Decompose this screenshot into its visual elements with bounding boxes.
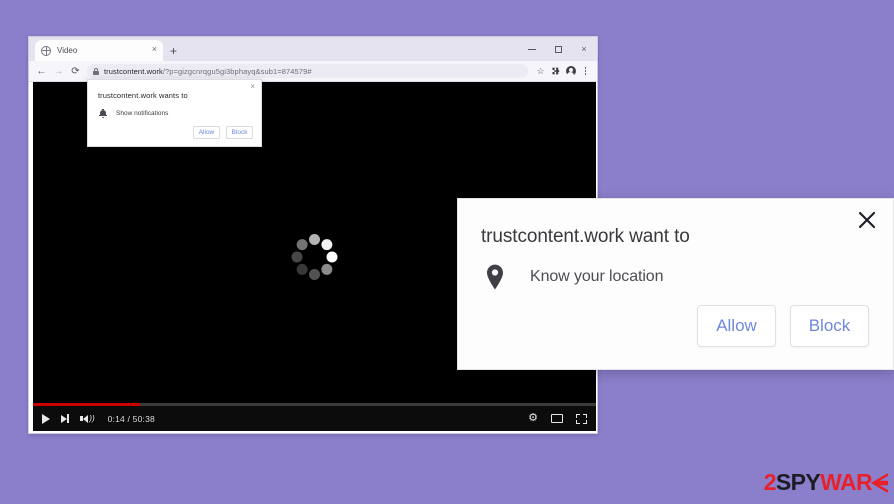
profile-avatar-icon[interactable] [563,63,578,80]
big-popup-permission-row: Know your location [458,248,893,290]
globe-icon [41,45,52,56]
toolbar-icons: ☆ [533,63,593,80]
new-tab-button[interactable]: + [170,45,177,57]
url-host: trustcontent.work [104,66,163,76]
url-text: trustcontent.work/?p=gizgcnrqgu5gi3bphay… [104,67,312,76]
small-popup-allow-button[interactable]: Allow [193,126,220,139]
small-popup-buttons: Allow Block [193,126,253,139]
brand-logo: 2 SPY WAR [764,469,888,496]
minimize-button[interactable] [519,37,545,61]
big-popup-allow-button[interactable]: Allow [697,305,776,347]
fullscreen-icon[interactable] [576,413,587,424]
video-time: 0:14 / 50:38 [107,413,155,424]
video-right-controls: ⚙ [515,413,587,424]
lock-icon [93,67,99,75]
small-popup-permission-label: Show notifications [116,110,169,117]
bookmark-star-icon[interactable]: ☆ [533,63,548,80]
tab-close-icon[interactable]: × [152,45,157,54]
logo-part-spy: SPY [775,469,821,495]
big-popup-block-button[interactable]: Block [790,305,869,347]
browser-tab-video[interactable]: Video × [35,40,163,61]
location-pin-icon [485,264,505,290]
url-path: /?p=gizgcnrqgu5gi3bphayq&sub1=874579# [162,66,312,76]
big-popup-title: trustcontent.work want to [481,226,690,247]
reload-button[interactable]: ⟳ [67,63,84,80]
theater-mode-icon[interactable] [551,414,563,423]
settings-gear-icon[interactable]: ⚙ [528,413,538,424]
small-popup-permission-row: Show notifications [88,100,261,119]
volume-icon[interactable]: )) [79,414,95,423]
small-popup-close-icon[interactable]: × [250,83,255,91]
big-popup-permission-label: Know your location [530,268,664,285]
back-button[interactable]: ← [33,63,50,80]
logo-part-war: WAR [820,469,872,495]
page-root: { "colors": { "background": "#8b7fcc", "… [0,0,894,504]
tab-title: Video [57,46,78,55]
big-popup-buttons: Allow Block [697,305,869,347]
avatar [565,66,576,77]
notification-permission-popup: × trustcontent.work wants to Show notifi… [87,79,262,147]
big-popup-close-icon[interactable] [858,211,876,229]
play-icon[interactable] [42,413,50,424]
logo-chevron-e-icon [871,472,888,493]
small-popup-block-button[interactable]: Block [226,126,253,139]
next-track-icon[interactable] [61,414,69,423]
window-close-button[interactable]: × [571,37,597,61]
maximize-button[interactable] [545,37,571,61]
forward-button[interactable]: → [50,63,67,80]
logo-part-2: 2 [763,469,777,495]
video-controls: )) 0:14 / 50:38 ⚙ [33,403,596,431]
three-dot-menu-icon[interactable] [578,63,593,80]
loading-spinner [291,233,338,280]
puzzle-piece-icon[interactable] [548,63,563,80]
minimize-icon [528,48,536,50]
address-bar[interactable]: trustcontent.work/?p=gizgcnrqgu5gi3bphay… [87,64,528,78]
location-permission-popup: trustcontent.work want to Know your loca… [457,198,894,370]
video-control-bar: )) 0:14 / 50:38 ⚙ [33,406,596,431]
bell-icon [99,109,107,119]
tab-strip: Video × + × [29,37,597,61]
maximize-icon [554,45,562,53]
small-popup-title: trustcontent.work wants to [98,91,188,100]
window-controls: × [519,37,597,61]
